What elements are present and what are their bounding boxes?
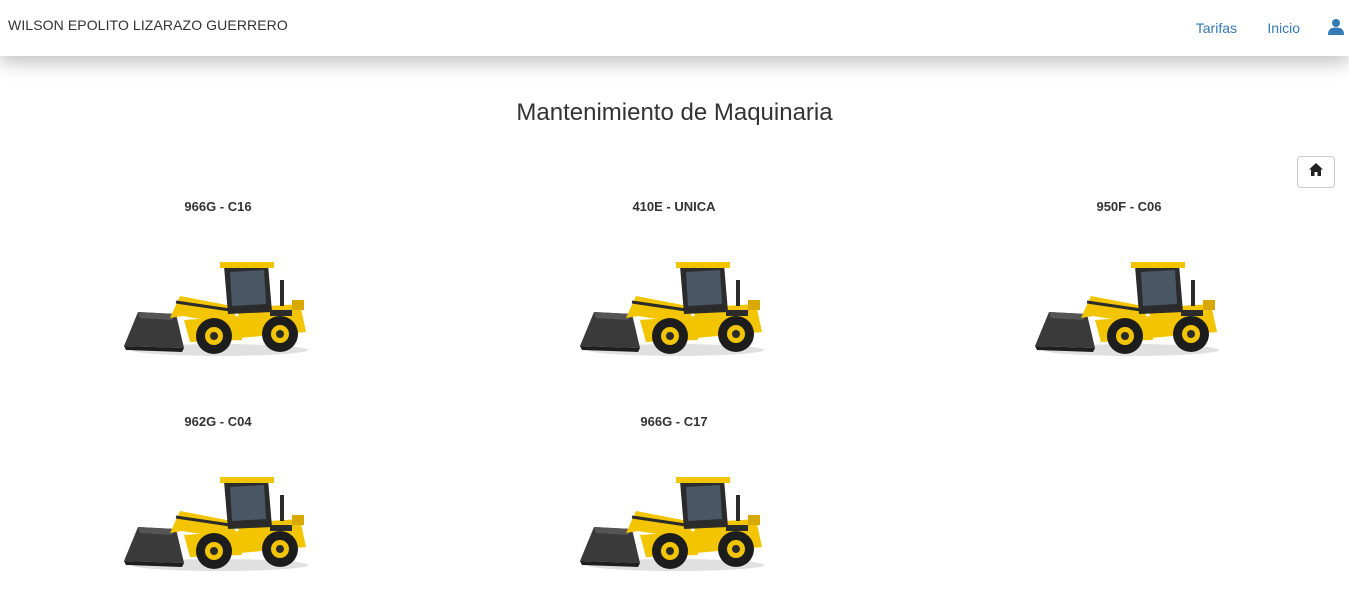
page-title: Mantenimiento de Maquinaria <box>516 99 833 126</box>
machine-card[interactable]: 950F - C06 <box>1029 198 1229 362</box>
home-button[interactable] <box>1297 156 1335 188</box>
machine-card[interactable]: 410E - UNICA <box>574 198 774 362</box>
user-icon[interactable] <box>1327 18 1345 36</box>
nav-link-tarifas[interactable]: Tarifas <box>1196 20 1237 36</box>
machine-title[interactable]: 966G - C17 <box>574 413 774 431</box>
top-navbar: WILSON EPOLITO LIZARAZO GUERRERO Tarifas… <box>0 0 1349 56</box>
home-icon <box>1309 163 1323 181</box>
wheel-loader-image[interactable] <box>120 457 316 577</box>
machine-card[interactable]: 966G - C17 <box>574 413 774 577</box>
wheel-loader-image[interactable] <box>576 242 772 362</box>
machine-title[interactable]: 966G - C16 <box>118 198 318 216</box>
nav-link-inicio[interactable]: Inicio <box>1267 20 1300 36</box>
wheel-loader-image[interactable] <box>120 242 316 362</box>
wheel-loader-image[interactable] <box>1031 242 1227 362</box>
machine-title[interactable]: 410E - UNICA <box>574 198 774 216</box>
machine-card[interactable]: 962G - C04 <box>118 413 318 577</box>
machine-title[interactable]: 950F - C06 <box>1029 198 1229 216</box>
machine-title[interactable]: 962G - C04 <box>118 413 318 431</box>
brand-name[interactable]: WILSON EPOLITO LIZARAZO GUERRERO <box>8 17 288 33</box>
wheel-loader-image[interactable] <box>576 457 772 577</box>
machine-card[interactable]: 966G - C16 <box>118 198 318 362</box>
